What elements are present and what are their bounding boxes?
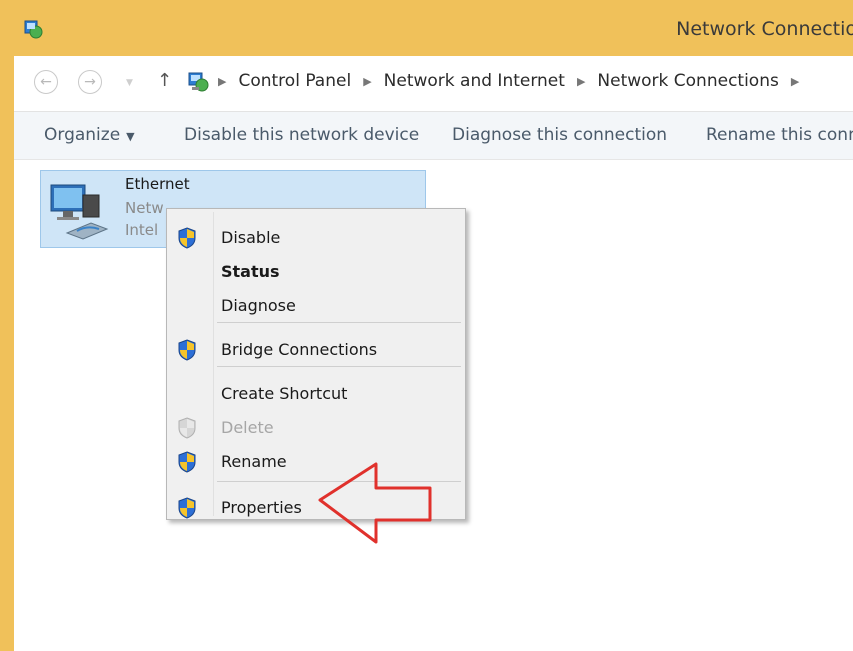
menu-item-label: Rename	[221, 452, 287, 471]
disable-device-button[interactable]: Disable this network device	[184, 125, 419, 145]
menu-item-label: Create Shortcut	[221, 384, 348, 403]
menu-separator	[217, 366, 461, 367]
rename-connection-button[interactable]: Rename this conn	[706, 125, 853, 145]
menu-item-disable[interactable]: Disable	[167, 223, 465, 253]
up-arrow-icon[interactable]: ↑	[157, 70, 172, 91]
breadcrumb-separator-icon[interactable]: ▶	[363, 75, 371, 88]
menu-item-label: Status	[221, 262, 280, 281]
connection-adapter: Intel	[125, 221, 159, 239]
menu-item-bridge-connections[interactable]: Bridge Connections	[167, 335, 465, 365]
menu-item-label: Diagnose	[221, 296, 296, 315]
window-left-border	[0, 0, 14, 651]
title-bar[interactable]: Network Connectio	[0, 0, 853, 56]
uac-shield-icon	[178, 417, 196, 439]
window-title: Network Connectio	[676, 18, 853, 40]
menu-item-label: Bridge Connections	[221, 340, 378, 359]
menu-item-label: Disable	[221, 228, 281, 247]
uac-shield-icon	[178, 227, 196, 249]
chevron-down-icon: ▼	[126, 130, 135, 143]
menu-item-delete: Delete	[167, 413, 465, 443]
back-arrow-icon: ←	[40, 74, 52, 90]
menu-item-diagnose[interactable]: Diagnose	[167, 291, 465, 321]
network-connections-window: Network Connectio ← → ▼ ↑ ▶ Control Pane…	[0, 0, 853, 651]
organize-button[interactable]: Organize ▼	[44, 125, 135, 145]
uac-shield-icon	[178, 451, 196, 473]
recent-locations-chevron-icon[interactable]: ▼	[126, 78, 133, 88]
control-panel-icon	[188, 72, 209, 92]
red-arrow-callout	[318, 462, 432, 544]
forward-arrow-icon: →	[84, 74, 96, 90]
uac-shield-icon	[178, 339, 196, 361]
organize-label: Organize	[44, 125, 121, 145]
breadcrumb-network-and-internet[interactable]: Network and Internet	[384, 71, 565, 91]
menu-item-status[interactable]: Status	[167, 257, 465, 287]
uac-shield-icon	[178, 497, 196, 519]
breadcrumb-separator-icon[interactable]: ▶	[791, 75, 799, 88]
connection-network: Netw	[125, 199, 164, 217]
control-panel-icon	[24, 20, 43, 39]
back-button[interactable]: ←	[34, 70, 58, 94]
diagnose-connection-button[interactable]: Diagnose this connection	[452, 125, 667, 145]
breadcrumb-control-panel[interactable]: Control Panel	[238, 71, 351, 91]
menu-item-create-shortcut[interactable]: Create Shortcut	[167, 379, 465, 409]
address-bar: ← → ▼ ↑ ▶ Control Panel ▶ Network and In…	[14, 56, 853, 112]
breadcrumb-separator-icon[interactable]: ▶	[577, 75, 585, 88]
connection-name: Ethernet	[125, 175, 190, 193]
network-adapter-icon	[50, 184, 109, 240]
breadcrumb-network-connections[interactable]: Network Connections	[597, 71, 778, 91]
breadcrumb: ▶ Control Panel ▶ Network and Internet ▶…	[218, 71, 811, 91]
breadcrumb-separator-icon[interactable]: ▶	[218, 75, 226, 88]
command-bar: Organize ▼ Disable this network device Di…	[14, 112, 853, 160]
forward-button[interactable]: →	[78, 70, 102, 94]
menu-separator	[217, 322, 461, 323]
menu-item-label: Delete	[221, 418, 274, 437]
menu-item-label: Properties	[221, 498, 302, 517]
